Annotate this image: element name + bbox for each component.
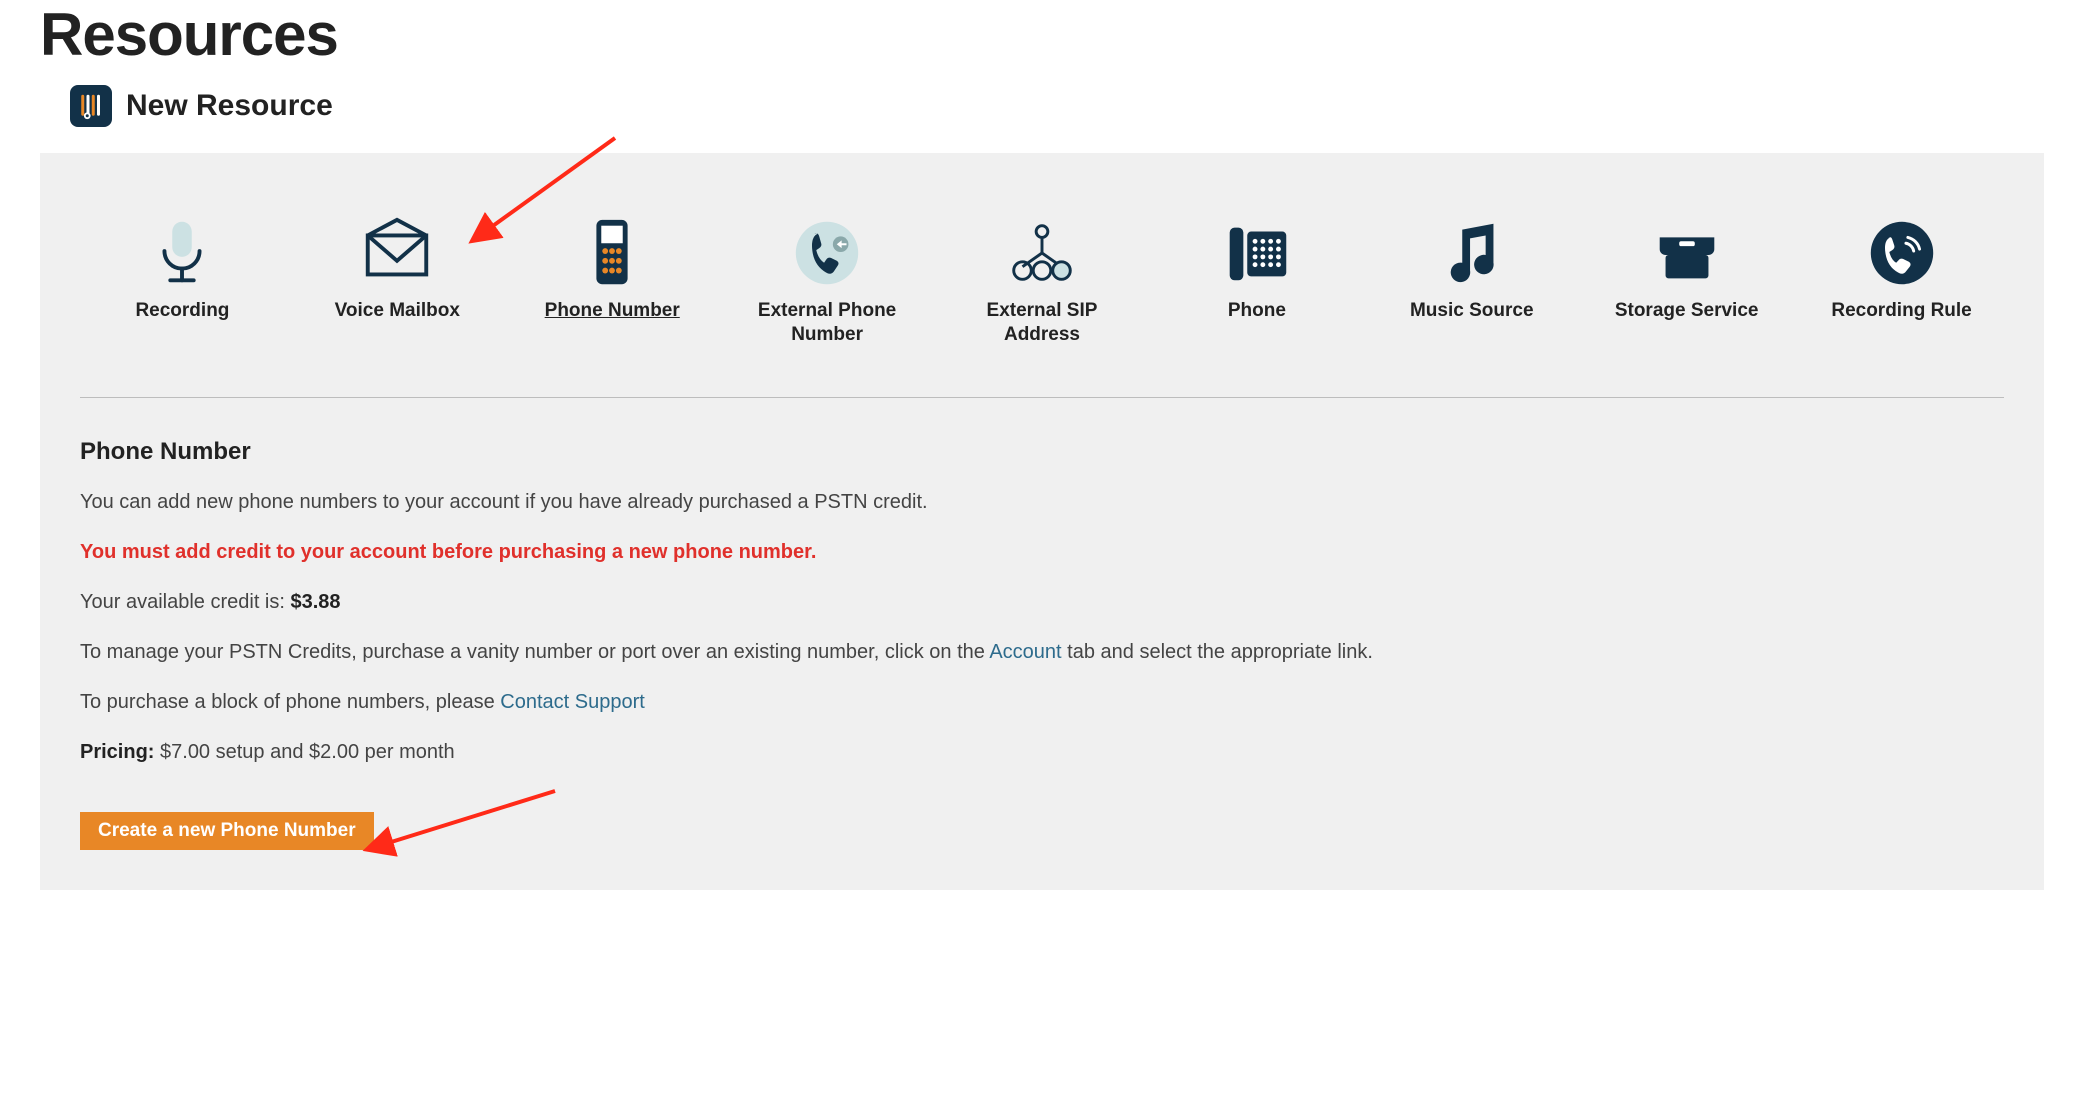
page-title: Resources [40,0,2044,69]
desk-phone-icon [1218,213,1296,293]
music-note-icon [1433,213,1511,293]
resource-storage-service[interactable]: Storage Service [1612,213,1762,323]
resource-type-grid: Recording Voice Mailbox [80,213,2004,347]
resource-phone[interactable]: Phone [1182,213,1332,323]
storage-box-icon [1648,213,1726,293]
detail-block: To purchase a block of phone numbers, pl… [80,688,2004,716]
app-logo-icon [70,85,112,127]
resource-panel: Recording Voice Mailbox [40,153,2044,890]
envelope-icon [358,213,436,293]
resource-label: External SIP Address [967,299,1117,347]
create-phone-number-button[interactable]: Create a new Phone Number [80,812,374,850]
resource-label: Storage Service [1615,299,1759,323]
microphone-icon [143,213,221,293]
resource-detail-section: Phone Number You can add new phone numbe… [80,438,2004,850]
resource-label: Phone [1228,299,1286,323]
detail-credit: Your available credit is: $3.88 [80,588,2004,616]
resource-label: Recording [135,299,229,323]
resource-label: Phone Number [545,299,680,323]
detail-intro: You can add new phone numbers to your ac… [80,488,2004,516]
resource-voice-mailbox[interactable]: Voice Mailbox [322,213,472,323]
account-link[interactable]: Account [989,641,1061,663]
detail-warning: You must add credit to your account befo… [80,538,2004,566]
new-resource-header: New Resource [70,85,2044,127]
mobile-phone-icon [573,213,651,293]
resource-label: Voice Mailbox [335,299,460,323]
resource-recording-rule[interactable]: Recording Rule [1827,213,1977,323]
resource-label: Recording Rule [1831,299,1971,323]
resource-music-source[interactable]: Music Source [1397,213,1547,323]
detail-pricing: Pricing: $7.00 setup and $2.00 per month [80,738,2004,766]
resource-label: Music Source [1410,299,1534,323]
phone-circle-icon [1863,213,1941,293]
section-divider [80,397,2004,398]
page-subtitle: New Resource [126,89,333,123]
resource-recording[interactable]: Recording [107,213,257,323]
resource-phone-number[interactable]: Phone Number [537,213,687,323]
detail-manage: To manage your PSTN Credits, purchase a … [80,638,2004,666]
annotation-arrow-2 [370,783,560,868]
resource-label: External Phone Number [752,299,902,347]
contact-support-link[interactable]: Contact Support [500,691,645,713]
resource-external-phone[interactable]: External Phone Number [752,213,902,347]
phone-forward-icon [788,213,866,293]
resource-external-sip[interactable]: External SIP Address [967,213,1117,347]
detail-title: Phone Number [80,438,2004,466]
credit-amount: $3.88 [291,591,341,613]
sip-network-icon [1003,213,1081,293]
